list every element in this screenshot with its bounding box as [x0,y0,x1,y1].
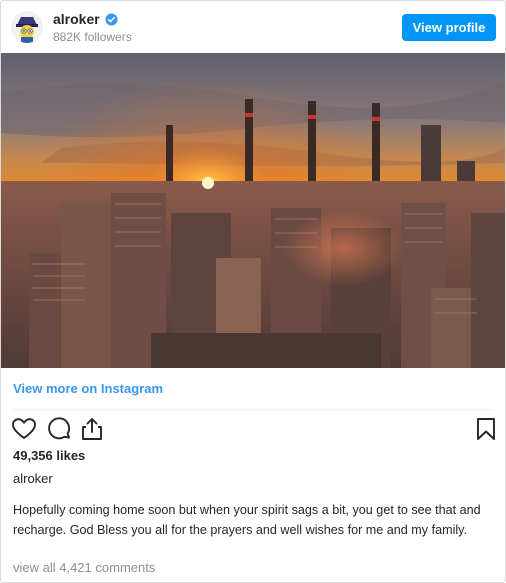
heart-icon[interactable] [11,416,37,442]
post-header: alroker 882K followers View profile [1,1,505,53]
divider [13,409,493,410]
follower-count: 882K followers [53,30,132,44]
instagram-embed-card: alroker 882K followers View profile View… [0,0,506,583]
verified-badge-icon [105,12,118,26]
post-photo[interactable] [1,53,505,368]
post-caption: Hopefully coming home soon but when your… [13,503,481,537]
caption-username[interactable]: alroker [13,471,53,486]
bookmark-icon[interactable] [473,416,499,442]
username-row: alroker [53,11,118,27]
view-comments-link[interactable]: view all 4,421 comments [13,560,155,575]
action-bar [11,416,499,444]
avatar[interactable] [11,11,43,43]
view-profile-button[interactable]: View profile [402,14,496,41]
comment-bubble-icon[interactable] [47,416,73,442]
avatar-image [11,11,43,43]
sunset-skyline-photo [1,53,505,368]
username-link[interactable]: alroker [53,11,100,27]
share-icon[interactable] [79,416,105,442]
like-count[interactable]: 49,356 likes [13,448,85,463]
view-more-link[interactable]: View more on Instagram [13,381,163,396]
